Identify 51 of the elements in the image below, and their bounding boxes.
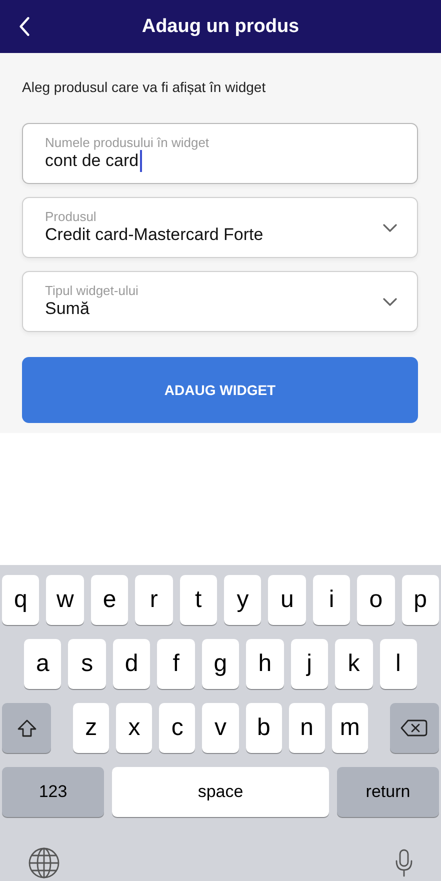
keyboard-key[interactable]: w	[46, 575, 84, 625]
field-label: Produsul	[45, 209, 98, 224]
keyboard-key[interactable]: z	[73, 703, 110, 753]
keyboard-key[interactable]: l	[380, 639, 417, 689]
delete-key[interactable]	[390, 703, 439, 753]
keyboard-key[interactable]: s	[68, 639, 106, 689]
keyboard-key[interactable]: q	[2, 575, 40, 625]
keyboard-key[interactable]: c	[159, 703, 196, 753]
keyboard-key[interactable]: d	[112, 639, 150, 689]
input-field[interactable]: Numele produsului în widget cont de card	[22, 123, 418, 184]
keyboard-key[interactable]: x	[116, 703, 152, 753]
keyboard-key[interactable]: u	[268, 575, 306, 625]
keyboard-key[interactable]: t	[180, 575, 218, 625]
keyboard-key[interactable]: h	[246, 639, 284, 689]
numbers-key[interactable]: 123	[2, 767, 104, 817]
select-field[interactable]: Tipul widget-ului Sumă	[22, 271, 418, 332]
field-label: Tipul widget-ului	[45, 283, 140, 298]
field-value: Credit card-Mastercard Forte	[45, 224, 264, 246]
keyboard-key[interactable]: y	[224, 575, 262, 625]
field-value: Sumă	[45, 298, 90, 320]
keyboard-key[interactable]: b	[246, 703, 282, 753]
keyboard-key[interactable]: k	[335, 639, 372, 689]
field-value: cont de card	[45, 150, 139, 172]
globe-icon[interactable]	[28, 847, 60, 879]
text-caret	[140, 150, 142, 172]
screen-title: Adaug un produs	[142, 16, 300, 38]
keyboard-key[interactable]: n	[288, 703, 325, 753]
keyboard-key[interactable]: g	[202, 639, 240, 689]
keyboard-key[interactable]: a	[24, 639, 62, 689]
microphone-icon[interactable]	[395, 849, 413, 877]
select-field[interactable]: Produsul Credit card-Mastercard Forte	[22, 197, 418, 258]
keyboard-key[interactable]: p	[402, 575, 440, 625]
shift-icon[interactable]	[16, 718, 36, 738]
keyboard-key[interactable]: e	[90, 575, 128, 625]
space-key[interactable]: space	[112, 767, 329, 817]
chevron-down-icon[interactable]	[383, 224, 397, 232]
keyboard-key[interactable]: v	[202, 703, 239, 753]
return-key[interactable]: return	[337, 767, 439, 817]
keyboard-key[interactable]: o	[357, 575, 395, 625]
keyboard-key[interactable]: j	[290, 639, 328, 689]
add-widget-button[interactable]: ADAUG WIDGET	[22, 357, 418, 423]
shift-key[interactable]	[2, 703, 51, 753]
subtitle-text: Aleg produsul care va fi afișat în widget	[22, 79, 267, 95]
field-label: Numele produsului în widget	[45, 135, 210, 150]
backspace-icon[interactable]	[400, 719, 428, 737]
keyboard-key[interactable]: f	[157, 639, 195, 689]
keyboard-key[interactable]: m	[332, 703, 368, 753]
chevron-down-icon[interactable]	[383, 298, 397, 306]
keyboard-key[interactable]: r	[135, 575, 173, 625]
keyboard-key[interactable]: i	[312, 575, 350, 625]
back-icon[interactable]	[18, 16, 31, 37]
